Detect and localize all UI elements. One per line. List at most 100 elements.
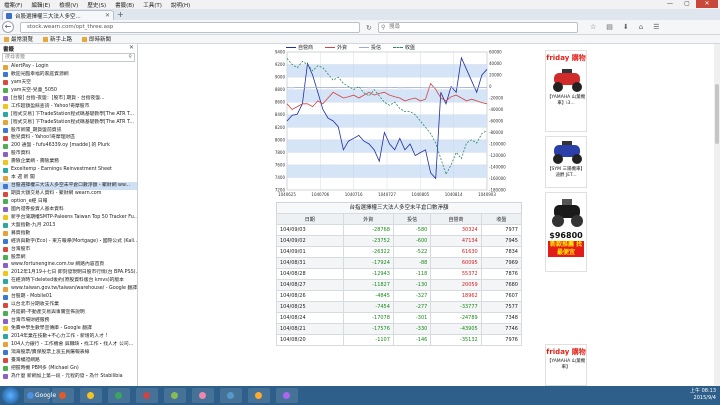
taskbar-app-button[interactable] <box>220 388 242 403</box>
ad-cta-button[interactable]: 新款推薦 找最便宜 <box>548 241 584 257</box>
bookmark-item[interactable]: 大盤指數-九月 2013 <box>0 222 137 230</box>
bookmark-item[interactable]: 丹鉅鋼-不動產交易與事實宣佈說明 <box>0 309 137 317</box>
bookmark-item[interactable]: 股市資料 <box>0 150 137 158</box>
table-cell: 7746 <box>480 323 523 335</box>
menu-item[interactable]: 工具(T) <box>143 1 162 9</box>
bookmark-item[interactable]: 股市新聞_期貨盤前資訊 <box>0 127 137 135</box>
start-button[interactable] <box>2 387 19 404</box>
bookmark-favicon-icon <box>3 231 8 237</box>
bookmark-item[interactable]: 本 週 新 聞 <box>0 174 137 182</box>
bookmark-favicon-icon <box>3 239 8 245</box>
sidebar-search-input[interactable]: 搜尋書籤 ⚲ <box>2 53 135 62</box>
menu-item[interactable]: 歷史(S) <box>87 1 106 9</box>
minimize-icon[interactable]: — <box>662 0 678 8</box>
taskbar-app-button[interactable] <box>52 388 74 403</box>
taskbar-app-button[interactable] <box>136 388 158 403</box>
y-left-tick-label: 8000 <box>275 137 286 142</box>
menu-item[interactable]: 檢視(V) <box>59 1 78 9</box>
bookmark-item[interactable]: [台股] 台指-夜盤：[股市] 期貨 - 台指夜盤... <box>0 95 137 103</box>
bookmark-item[interactable]: option_e經 日報 <box>0 198 137 206</box>
ad-banner-2[interactable]: 【SYM 三陽機車】迪爵 JET... <box>545 136 587 188</box>
bookmark-item[interactable]: yam天空 <box>0 79 137 87</box>
bookmark-toolbar-item[interactable]: 即時新聞 <box>82 35 111 43</box>
bookmark-item[interactable]: 把握時機 PBM多 (Michael Gn) <box>0 365 137 373</box>
menu-icon[interactable]: ☰ <box>653 23 659 31</box>
bookmark-item[interactable]: 台股選擇權三大法人多空未平倉口數淨額 - 聚財網 ww... <box>0 182 137 190</box>
bookmark-item[interactable]: yam天空-兒童_5050 <box>0 87 137 95</box>
page-scrollbar[interactable] <box>714 44 720 386</box>
close-window-icon[interactable]: ✕ <box>696 0 718 8</box>
bookmark-item[interactable]: Exceltemp - Earnings Reinvestment Sheet <box>0 166 137 174</box>
table-header-row: 日期 外資 投信 自營商 收盤 <box>276 213 523 225</box>
bookmark-toolbar-item[interactable]: 新手上路 <box>43 35 72 43</box>
bookmark-item[interactable]: 國內證券投資人基本資料 <box>0 206 137 214</box>
app-icon <box>115 392 122 399</box>
taskbar-app-button[interactable] <box>276 388 298 403</box>
system-clock[interactable]: 上午 08:13 2015/9/4 <box>690 388 716 402</box>
bookmark-label: 股市資料 <box>11 151 31 157</box>
bookmark-item[interactable]: 為什麼 新網加上第一段 - 元程的發・為什 Stabilibia <box>0 373 137 381</box>
bookmark-item[interactable]: 在經濟時下deleted後約(原股資料版台 kmvs)的版本 <box>0 277 137 285</box>
y-left-tick-label: 7800 <box>275 150 286 155</box>
browser-tab[interactable]: 台股選擇權三大法人多空... ✕ <box>2 10 114 20</box>
taskbar-app-button[interactable] <box>164 388 186 403</box>
close-sidebar-icon[interactable]: ✕ <box>129 44 134 51</box>
menu-item[interactable]: 檔案(F) <box>4 1 22 9</box>
bookmark-item[interactable]: 台股期 - Mobile01 <box>0 293 137 301</box>
bookmark-item[interactable]: www.taiwan.gov.tw/taiwan/warehouse/ - Go… <box>0 285 137 293</box>
home-icon[interactable]: ⌂ <box>639 23 643 31</box>
search-input[interactable]: ⚲ 搜尋 <box>378 22 578 33</box>
taskbar-app-button[interactable] <box>192 388 214 403</box>
bookmark-item[interactable]: 鴻海股票/賣保股票上漲五員屬報表線 <box>0 349 137 357</box>
close-tab-icon[interactable]: ✕ <box>105 12 110 19</box>
ad-banner-3[interactable]: $96800 新款推薦 找最便宜 <box>545 192 587 272</box>
bookmark-item[interactable]: [程式交易] 下TradeStation程式碼基礎教學[The ATR T... <box>0 111 137 119</box>
y-left-tick-label: 8600 <box>275 100 286 105</box>
taskbar-app-button[interactable] <box>108 388 130 403</box>
download-icon[interactable]: ⬇ <box>623 23 629 31</box>
bookmark-item[interactable]: 胎兒資料 - Yahoo!奇摩理財區 <box>0 134 137 142</box>
search-icon: ⚲ <box>381 24 386 31</box>
bookmark-item[interactable]: 200 通盤 - fufu46339.oy [madde] 的 Plurk <box>0 142 137 150</box>
bookmark-item[interactable]: 經濟與數字(Eco) - 東方報導(Mortgage)・國際公式 (Kali..… <box>0 238 137 246</box>
bookmark-item[interactable]: 104人力銀行 - 工作機會 與職缺・找工作・找人才 公司... <box>0 341 137 349</box>
menu-item[interactable]: 說明(H) <box>171 1 190 9</box>
menu-item[interactable]: 編輯(E) <box>31 1 50 9</box>
ad-banner-4[interactable]: friday 購物 【YAMAHA 山葉機車】 <box>545 344 587 386</box>
taskbar-app-button[interactable] <box>80 388 102 403</box>
bookmark-favicon-icon <box>3 128 8 133</box>
reload-icon[interactable]: ↻ <box>366 24 372 32</box>
bookmark-star-icon[interactable]: ☆ <box>590 23 596 31</box>
bookmark-item[interactable]: www.fortunengine.com.tw 網路內容首頁 <box>0 261 137 269</box>
bookmark-item[interactable]: 募資指數 <box>0 230 137 238</box>
ad-banner-1[interactable]: friday 購物 【YAMAHA 山葉機車】i3... <box>545 50 587 132</box>
bookmark-item[interactable]: 壽險企業網 - 壽險業務 <box>0 158 137 166</box>
new-tab-icon[interactable]: + <box>117 10 124 19</box>
bookmark-item[interactable]: 歡迎光臨幸福的家庭資源網 <box>0 71 137 79</box>
taskbar-app-button[interactable] <box>248 388 270 403</box>
maximize-icon[interactable]: ▢ <box>679 0 695 8</box>
bookmark-item[interactable]: 股票網 <box>0 254 137 262</box>
bookmark-item[interactable]: 2014年業在技數+不心力工作 - 新增的人才 ! <box>0 333 137 341</box>
table-cell: -600 <box>392 235 432 247</box>
bookmark-item[interactable]: 臺灣權證網路 <box>0 357 137 365</box>
menu-item[interactable]: 書籤(B) <box>115 1 134 9</box>
scrollbar-thumb[interactable] <box>715 84 719 144</box>
bookmark-item[interactable]: 工作超額盈餘查詢 - Yahoo!奇摩股市 <box>0 103 137 111</box>
back-button[interactable]: ← <box>2 21 14 33</box>
taskbar-app-button[interactable]: Google <box>24 388 56 403</box>
bookmark-favicon-icon <box>3 143 8 149</box>
bookmark-item[interactable]: 期貨大額交易人資料 - 聚財網 wearn.com <box>0 190 137 198</box>
bookmark-item[interactable]: 2012年1月19十七日 即刻發現明日股市行情(台 BPA.PSS)... <box>0 269 137 277</box>
bookmarks-list-icon[interactable]: ▤ <box>606 23 613 31</box>
bookmark-item[interactable]: 台灣市場財經服務 <box>0 317 137 325</box>
bookmark-item[interactable]: 新手台灣期權SMTP-Paleens Taiwan Top 50 Tracker… <box>0 214 137 222</box>
address-bar[interactable]: stock.wearn.com/opt_three.asp <box>20 22 360 33</box>
bookmark-item[interactable]: AlertPay - Login <box>0 63 137 71</box>
bookmark-item[interactable]: [程式交易] 下TradeStation程式碼基礎教學[The ATR T... <box>0 119 137 127</box>
bookmark-toolbar-item[interactable]: 最常瀏覽 <box>4 35 33 43</box>
bookmark-item[interactable]: 以台北市分期收支作業 <box>0 301 137 309</box>
bookmark-item[interactable]: 台灣股市 <box>0 246 137 254</box>
data-table: 台指選擇權三大法人多空未平倉口數淨額 日期 外資 投信 自營商 收盤 104/09/03… <box>276 202 523 346</box>
bookmark-item[interactable]: 免費中學生數學宣傳庫 - Google 翻譯 <box>0 325 137 333</box>
